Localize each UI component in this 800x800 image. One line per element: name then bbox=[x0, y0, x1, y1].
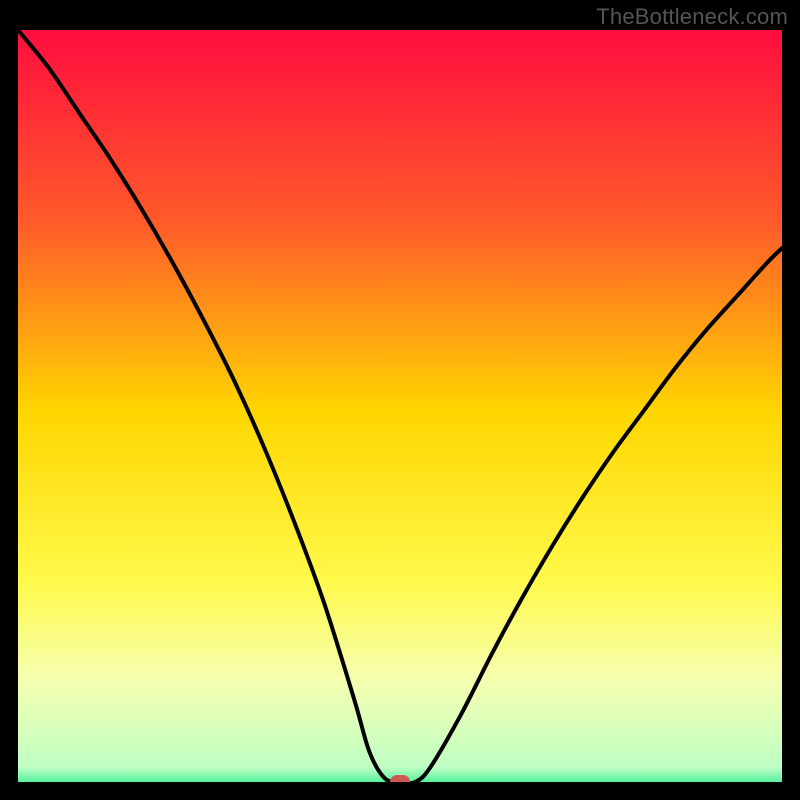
optimal-point-marker bbox=[390, 775, 410, 782]
bottleneck-curve bbox=[18, 30, 782, 782]
plot-area bbox=[18, 30, 782, 782]
watermark-text: TheBottleneck.com bbox=[596, 4, 788, 30]
chart-frame: TheBottleneck.com bbox=[0, 0, 800, 800]
